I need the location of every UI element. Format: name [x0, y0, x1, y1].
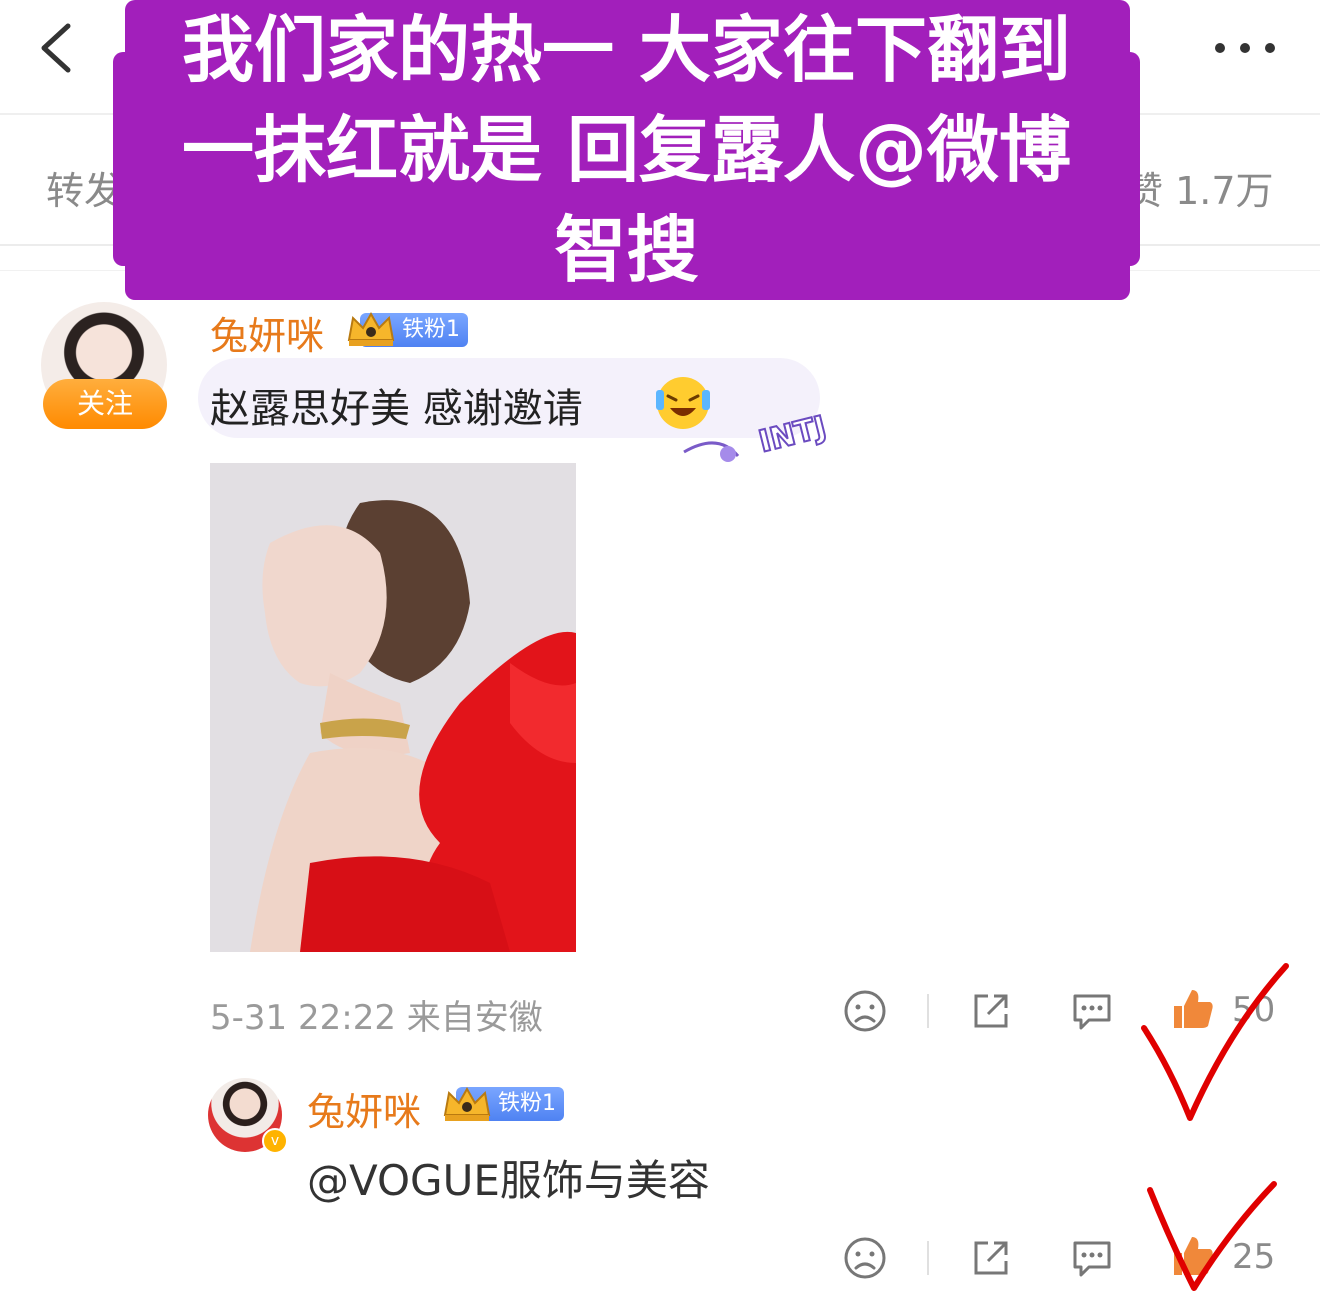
reply-icon[interactable]: [1069, 1235, 1115, 1281]
banner-caption: 我们家的热一 大家往下翻到 一抹红就是 回复露人@微博 智搜: [113, 0, 1140, 300]
like-count: 50: [1232, 990, 1276, 1030]
intj-sticker-icon: INTJ: [683, 409, 831, 462]
comment-text: 赵露思好美 感谢邀请: [210, 386, 583, 432]
verified-icon: v: [262, 1128, 288, 1154]
back-icon[interactable]: [30, 18, 90, 78]
comment-timestamp: 5-31 22:22 来自安徽: [210, 998, 543, 1038]
share-icon[interactable]: [968, 988, 1014, 1034]
comment-image[interactable]: [210, 463, 576, 952]
crown-icon: [347, 311, 395, 346]
thumbs-up-icon[interactable]: [1170, 1233, 1216, 1279]
reply-username[interactable]: 兔妍咪: [307, 1081, 421, 1136]
crown-icon: [443, 1086, 491, 1121]
banner-line-3: 智搜: [554, 208, 699, 292]
reply-text: @VOGUE服饰与美容: [307, 1156, 710, 1205]
checkmark-annotation: [1141, 963, 1289, 1121]
banner-line-2: 一抹红就是 回复露人@微博: [181, 108, 1072, 192]
portrait-illustration: [210, 463, 576, 952]
sticker-label: INTJ: [755, 410, 829, 460]
tab-likes[interactable]: 赞 1.7万: [1125, 160, 1274, 215]
banner-line-1: 我们家的热一 大家往下翻到: [181, 8, 1072, 92]
more-icon[interactable]: [1210, 28, 1280, 68]
follow-button[interactable]: 关注: [43, 379, 167, 429]
reply-like-count: 25: [1232, 1237, 1276, 1277]
action-separator: [927, 1241, 929, 1275]
reply-icon[interactable]: [1069, 988, 1115, 1034]
dislike-icon[interactable]: [842, 1235, 888, 1281]
share-icon[interactable]: [968, 1235, 1014, 1281]
action-separator: [927, 994, 929, 1028]
comment-username[interactable]: 兔妍咪: [210, 305, 324, 360]
tab-reposts[interactable]: 转发: [46, 160, 122, 215]
dislike-icon[interactable]: [842, 988, 888, 1034]
thumbs-up-icon[interactable]: [1170, 986, 1216, 1032]
